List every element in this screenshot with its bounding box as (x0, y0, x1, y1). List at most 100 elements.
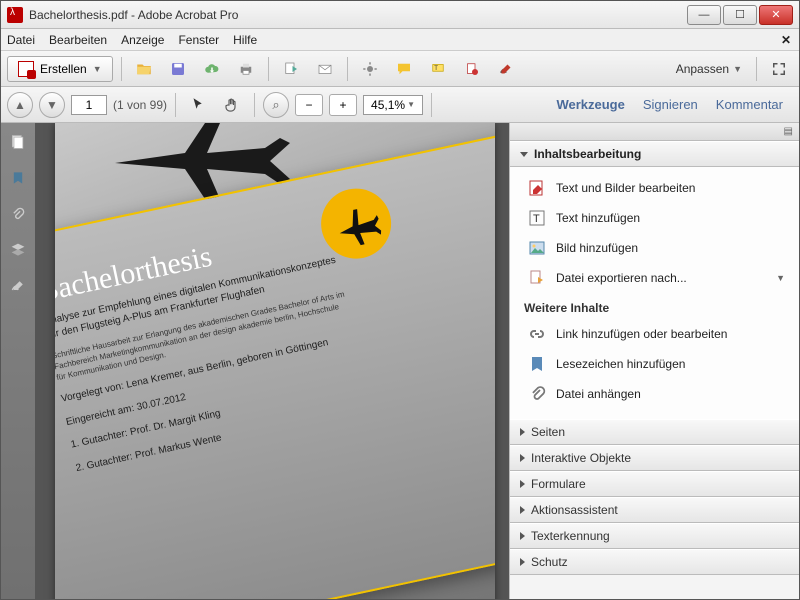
tool-add-text[interactable]: T Text hinzufügen (510, 203, 799, 233)
svg-text:T: T (533, 213, 540, 225)
tab-sign[interactable]: Signieren (643, 97, 698, 112)
chevron-down-icon: ▼ (776, 273, 785, 283)
add-text-icon: T (528, 209, 546, 227)
section-pages[interactable]: Seiten (510, 419, 799, 445)
create-button[interactable]: Erstellen ▼ (7, 56, 113, 82)
menu-hilfe[interactable]: Hilfe (233, 33, 257, 47)
page-number-input[interactable] (71, 95, 107, 115)
save-button[interactable] (164, 56, 192, 82)
email-button[interactable] (311, 56, 339, 82)
separator (347, 57, 348, 81)
open-button[interactable] (130, 56, 158, 82)
section-protection[interactable]: Schutz (510, 549, 799, 575)
tool-add-bookmark[interactable]: Lesezeichen hinzufügen (510, 349, 799, 379)
highlight-button[interactable]: T (424, 56, 452, 82)
section-interactive-objects[interactable]: Interaktive Objekte (510, 445, 799, 471)
tool-attach-file[interactable]: Datei anhängen (510, 379, 799, 409)
pdf-icon (18, 61, 34, 77)
chevron-right-icon (520, 558, 525, 566)
zoom-out-button[interactable]: − (295, 94, 323, 116)
attachments-icon[interactable] (9, 205, 27, 223)
tool-label: Bild hinzufügen (556, 241, 638, 255)
section-forms[interactable]: Formulare (510, 471, 799, 497)
section-label: Interaktive Objekte (531, 451, 631, 465)
chevron-right-icon (520, 506, 525, 514)
tool-add-link[interactable]: Link hinzufügen oder bearbeiten (510, 319, 799, 349)
comment-button[interactable] (390, 56, 418, 82)
chevron-right-icon (520, 480, 525, 488)
airplane-badge-icon (315, 182, 398, 265)
hand-tool-button[interactable] (218, 92, 246, 118)
tab-tools[interactable]: Werkzeuge (556, 97, 624, 112)
tool-label: Text hinzufügen (556, 211, 640, 225)
layers-icon[interactable] (9, 241, 27, 259)
zoom-in-button[interactable]: + (329, 94, 357, 116)
page-up-button[interactable]: ▲ (7, 92, 33, 118)
thumbnails-icon[interactable] (9, 133, 27, 151)
tool-export-file[interactable]: Datei exportieren nach... ▼ (510, 263, 799, 293)
chevron-right-icon (520, 454, 525, 462)
menubar: Datei Bearbeiten Anzeige Fenster Hilfe ✕ (1, 29, 799, 51)
export-icon (528, 269, 546, 287)
tool-edit-text-images[interactable]: Text und Bilder bearbeiten (510, 173, 799, 203)
menu-anzeige[interactable]: Anzeige (121, 33, 164, 47)
bookmarks-icon[interactable] (9, 169, 27, 187)
share-button[interactable] (277, 56, 305, 82)
tools-panel: ▤ Inhaltsbearbeitung Text und Bilder bea… (509, 123, 799, 599)
tool-add-image[interactable]: Bild hinzufügen (510, 233, 799, 263)
chevron-right-icon (520, 428, 525, 436)
section-action-wizard[interactable]: Aktionsassistent (510, 497, 799, 523)
edit-text-icon (528, 179, 546, 197)
section-text-recognition[interactable]: Texterkennung (510, 523, 799, 549)
page-1: Bachelorthesis Analyse zur Empfehlung ei… (55, 123, 495, 599)
menu-datei[interactable]: Datei (7, 33, 35, 47)
create-label: Erstellen (40, 62, 87, 76)
left-rail (1, 123, 35, 599)
zoom-tool-button[interactable]: ⌕ (263, 92, 289, 118)
customize-label: Anpassen (676, 62, 729, 76)
select-tool-button[interactable] (184, 92, 212, 118)
attach-icon (528, 385, 546, 403)
minimize-button[interactable]: — (687, 5, 721, 25)
page-down-button[interactable]: ▼ (39, 92, 65, 118)
section-content-editing[interactable]: Inhaltsbearbeitung (510, 141, 799, 167)
menu-bearbeiten[interactable]: Bearbeiten (49, 33, 107, 47)
section-label: Inhaltsbearbeitung (534, 147, 641, 161)
tool-label: Datei anhängen (556, 387, 641, 401)
separator (121, 57, 122, 81)
window-title: Bachelorthesis.pdf - Adobe Acrobat Pro (29, 8, 687, 22)
sign-tool-button[interactable] (492, 56, 520, 82)
zoom-value: 45,1% (371, 98, 405, 112)
document-viewport[interactable]: Bachelorthesis Analyse zur Empfehlung ei… (35, 123, 509, 599)
separator (431, 93, 432, 117)
section-label: Texterkennung (531, 529, 610, 543)
chevron-down-icon: ▼ (407, 100, 415, 109)
add-image-icon (528, 239, 546, 257)
zoom-field[interactable]: 45,1%▼ (363, 95, 423, 115)
tool-label: Text und Bilder bearbeiten (556, 181, 695, 195)
svg-text:T: T (434, 65, 438, 71)
chevron-right-icon (520, 532, 525, 540)
print-button[interactable] (232, 56, 260, 82)
chevron-down-icon: ▼ (93, 64, 102, 74)
section-label: Seiten (531, 425, 565, 439)
maximize-button[interactable]: ☐ (723, 5, 757, 25)
app-icon (7, 7, 23, 23)
titlebar: Bachelorthesis.pdf - Adobe Acrobat Pro —… (1, 1, 799, 29)
close-doc-button[interactable]: ✕ (781, 33, 791, 47)
close-button[interactable]: ✕ (759, 5, 793, 25)
cloud-button[interactable] (198, 56, 226, 82)
tab-comment[interactable]: Kommentar (716, 97, 783, 112)
panel-options-button[interactable]: ▤ (510, 123, 799, 141)
fullscreen-button[interactable] (765, 56, 793, 82)
customize-button[interactable]: Anpassen ▼ (670, 62, 748, 76)
toolbar-main: Erstellen ▼ T Anpassen ▼ (1, 51, 799, 87)
gear-button[interactable] (356, 56, 384, 82)
toolbar-nav: ▲ ▼ (1 von 99) ⌕ − + 45,1%▼ Werkzeuge Si… (1, 87, 799, 123)
separator (756, 57, 757, 81)
stamp-button[interactable] (458, 56, 486, 82)
menu-fenster[interactable]: Fenster (178, 33, 219, 47)
signatures-icon[interactable] (9, 277, 27, 295)
tool-label: Datei exportieren nach... (556, 271, 687, 285)
separator (175, 93, 176, 117)
